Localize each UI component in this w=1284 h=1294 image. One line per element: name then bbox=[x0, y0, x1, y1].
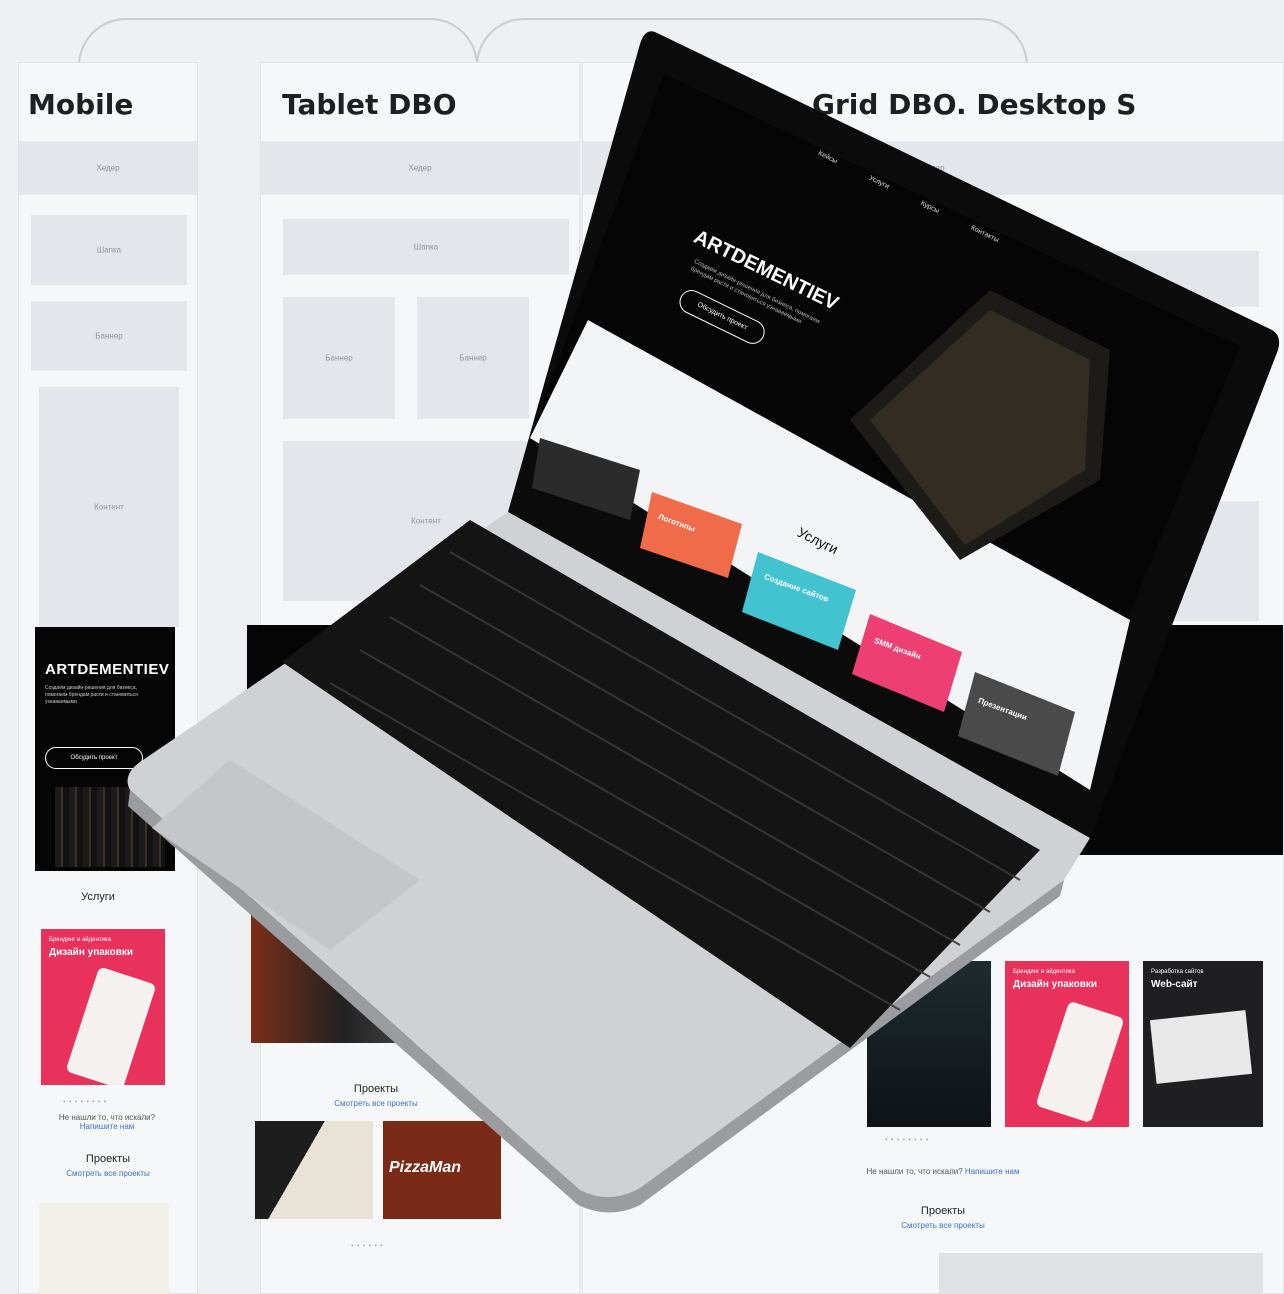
mockup-canvas: Хедер Шапка Баннер Контент ARTDEMENTIEV … bbox=[0, 0, 1284, 1294]
laptop-mockup bbox=[127, 31, 1280, 1213]
